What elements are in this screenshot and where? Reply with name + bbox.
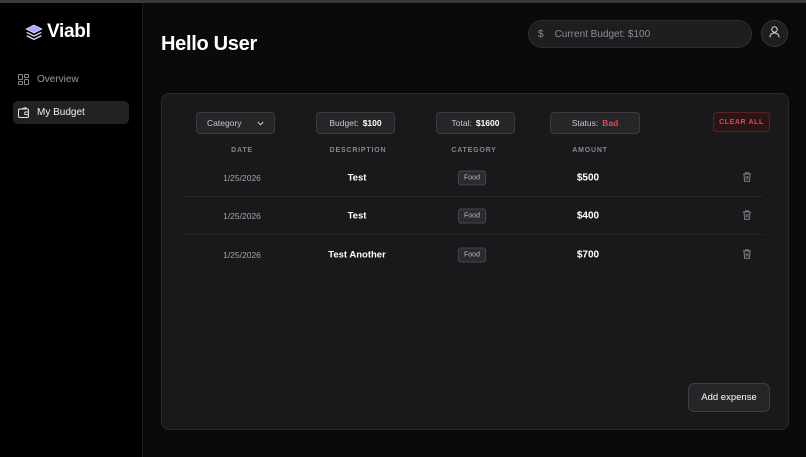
status-label: Status: xyxy=(571,118,599,128)
sidebar: Viabl Overview My Budget xyxy=(0,3,143,457)
expense-date: 1/25/2026 xyxy=(223,250,261,260)
expense-amount: $700 xyxy=(576,249,600,261)
expenses-card: Category Budget: $100 Total: $1600 Statu… xyxy=(161,93,789,430)
expense-date: 1/25/2026 xyxy=(223,172,261,183)
current-budget-placeholder: Current Budget: $100 xyxy=(554,28,651,40)
page-title: Hello User xyxy=(161,33,257,55)
column-header-description: DESCRIPTION xyxy=(329,147,387,154)
expense-description: Test Another xyxy=(328,249,386,261)
total-label: Total: xyxy=(451,118,472,128)
expense-category-tag: Food xyxy=(458,170,486,185)
sidebar-item-label: Overview xyxy=(37,74,79,85)
table-row: 1/25/2026 Test Food $500 xyxy=(184,159,764,197)
app-name: Viabl xyxy=(47,21,91,42)
sidebar-item-overview[interactable]: Overview xyxy=(13,68,129,91)
category-select[interactable]: Category xyxy=(196,112,275,134)
trash-icon[interactable] xyxy=(743,169,752,187)
grid-icon xyxy=(18,74,29,85)
status-badge: Status: Bad xyxy=(550,112,640,134)
sidebar-item-my-budget[interactable]: My Budget xyxy=(13,101,129,124)
column-header-category: CATEGORY xyxy=(451,147,497,154)
expense-category-tag: Food xyxy=(458,208,486,223)
column-header-date: DATE xyxy=(231,147,253,154)
clear-all-button[interactable]: CLEAR ALL xyxy=(713,112,770,132)
dollar-icon: $ xyxy=(538,28,544,40)
table-row: 1/25/2026 Test Food $400 xyxy=(184,197,764,235)
total-value: $1600 xyxy=(475,118,500,128)
wallet-icon xyxy=(18,107,29,118)
expense-date: 1/25/2026 xyxy=(223,210,261,221)
expense-description: Test xyxy=(347,172,367,183)
layers-icon xyxy=(25,24,43,41)
total-badge: Total: $1600 xyxy=(436,112,515,134)
add-expense-button[interactable]: Add expense xyxy=(688,383,770,412)
user-icon xyxy=(769,25,780,43)
current-budget-input[interactable]: $ Current Budget: $100 xyxy=(528,20,752,48)
expense-amount: $400 xyxy=(576,210,600,221)
status-value: Bad xyxy=(602,118,619,128)
expense-category-tag: Food xyxy=(458,247,486,263)
column-header-amount: AMOUNT xyxy=(572,147,608,154)
app-logo[interactable]: Viabl xyxy=(25,21,91,43)
budget-label: Budget: xyxy=(329,118,359,128)
user-avatar-button[interactable] xyxy=(761,20,788,47)
budget-badge: Budget: $100 xyxy=(316,112,395,134)
chevron-down-icon xyxy=(257,118,264,128)
table-row: 1/25/2026 Test Another Food $700 xyxy=(184,236,764,274)
expense-amount: $500 xyxy=(576,172,600,183)
trash-icon[interactable] xyxy=(743,246,752,264)
category-select-value: Category xyxy=(207,118,242,128)
expense-description: Test xyxy=(347,210,367,221)
budget-value: $100 xyxy=(362,118,382,128)
trash-icon[interactable] xyxy=(743,207,752,225)
sidebar-item-label: My Budget xyxy=(37,107,85,118)
